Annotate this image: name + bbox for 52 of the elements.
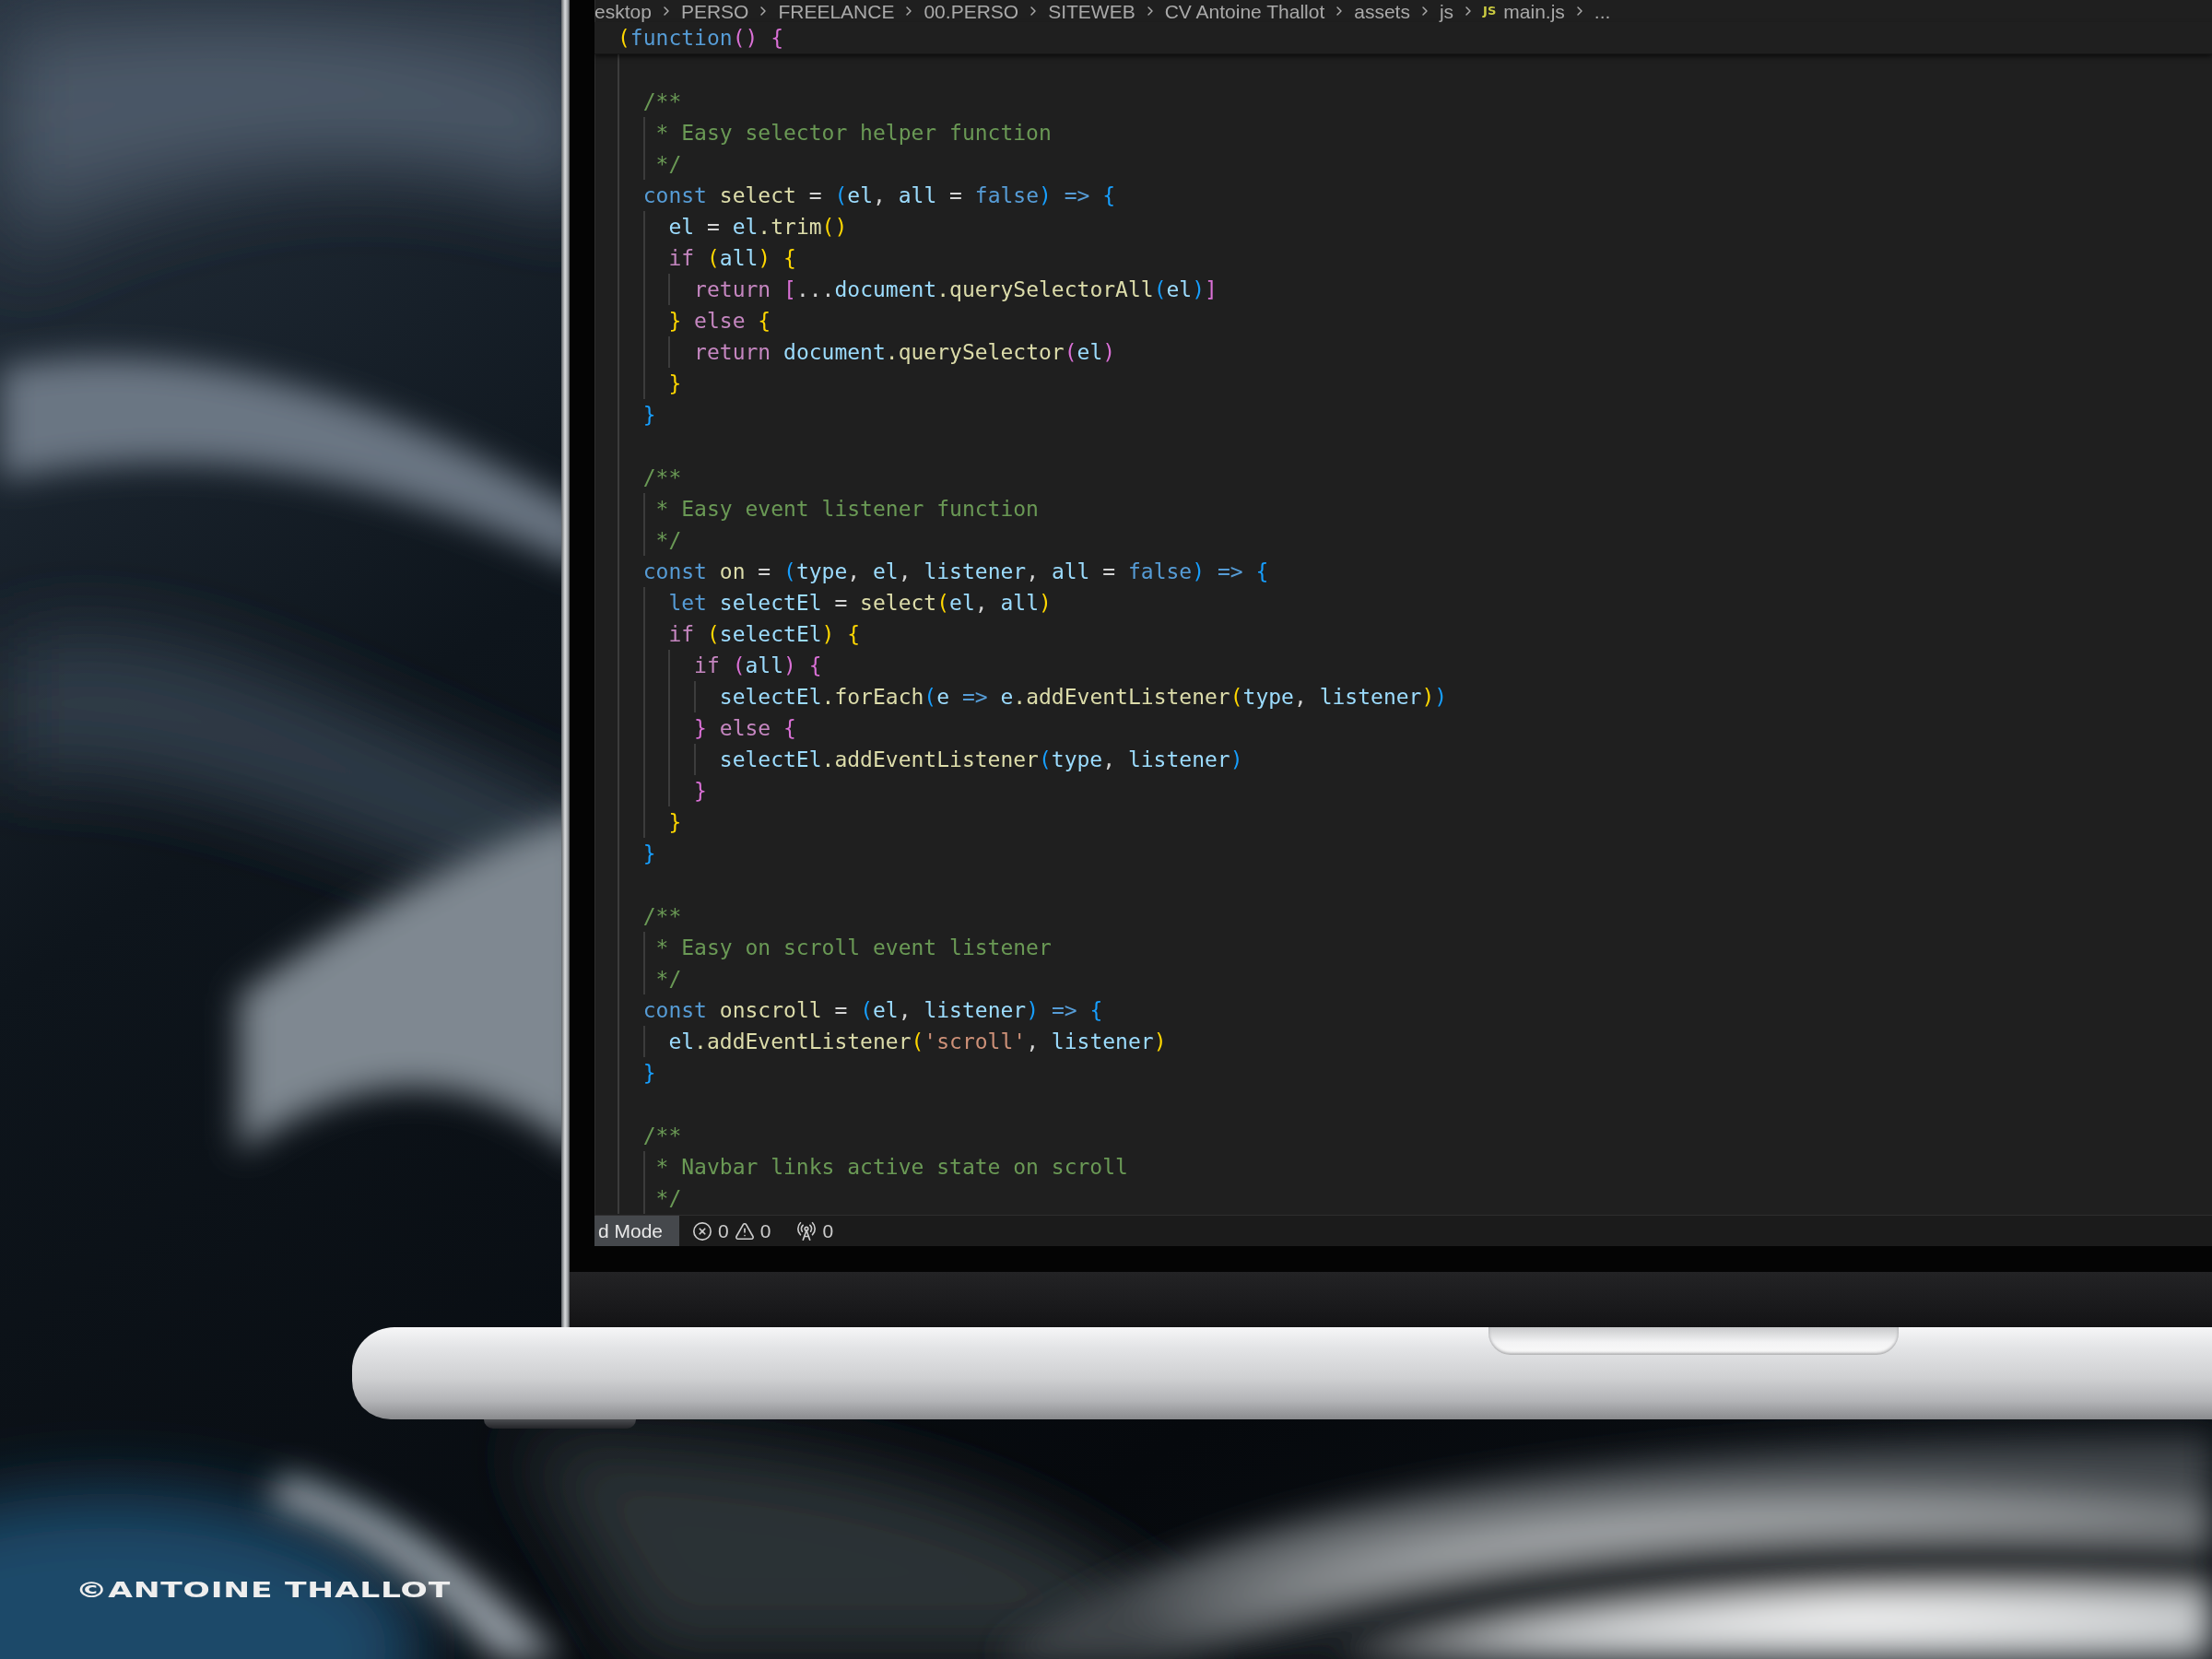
error-icon: [692, 1220, 713, 1241]
code-line: selectEl.forEach(e => e.addEventListener(type, listener)): [719, 684, 1448, 710]
code-line: * Easy selector helper function: [655, 120, 1052, 146]
code-line: } else {: [668, 308, 771, 334]
code-line: if (all) {: [668, 245, 796, 271]
code-line: return [...document.querySelectorAll(el)]: [694, 276, 1218, 302]
code-line: /**: [642, 903, 682, 929]
code-line: * Navbar links active state on scroll: [655, 1154, 1128, 1180]
code-line: const on = (type, el, listener, all = false) => {: [642, 559, 1269, 584]
breadcrumb-item[interactable]: 00.PERSO: [924, 0, 1019, 22]
code-line: el = el.trim(): [668, 214, 848, 240]
code-line: } else {: [694, 715, 796, 741]
copyright-credit: ©ANTOINE THALLOT: [76, 1578, 451, 1602]
code-line: const select = (el, all = false) => {: [642, 182, 1116, 208]
code-line: */: [655, 527, 682, 553]
code-line: if (selectEl) {: [668, 621, 861, 647]
code-line: if (all) {: [694, 653, 822, 678]
code-line: }: [642, 841, 656, 866]
breadcrumb-item[interactable]: ...: [1594, 0, 1611, 22]
ports-status[interactable]: 0: [793, 1216, 838, 1246]
radio-tower-icon: [796, 1220, 818, 1241]
code-line: el.addEventListener('scroll', listener): [668, 1029, 1167, 1054]
breadcrumb-item[interactable]: FREELANCE: [778, 0, 895, 22]
mode-indicator[interactable]: d Mode: [594, 1216, 680, 1246]
code-line: }: [642, 1060, 656, 1086]
code-line: /**: [642, 88, 682, 114]
code-line: }: [642, 402, 656, 428]
code-line: */: [655, 151, 682, 177]
breadcrumb-item[interactable]: JS main.js: [1483, 0, 1565, 22]
breadcrumb-item[interactable]: assets: [1354, 0, 1410, 22]
code-line: */: [655, 966, 682, 992]
code-line: * Easy on scroll event listener: [655, 935, 1052, 960]
breadcrumb-item[interactable]: esktop: [594, 0, 652, 22]
code-line: }: [668, 809, 682, 835]
breadcrumb-item[interactable]: SITEWEB: [1048, 0, 1135, 22]
breadcrumb-item[interactable]: js: [1439, 0, 1454, 22]
code-line: let selectEl = select(el, all): [668, 590, 1052, 616]
problems-status[interactable]: 0 0: [688, 1216, 775, 1246]
code-line: return document.querySelector(el): [694, 339, 1116, 365]
code-line: const onscroll = (el, listener) => {: [642, 997, 1103, 1023]
file-type-label: JS: [1483, 5, 1497, 18]
breadcrumb-item[interactable]: CV Antoine Thallot: [1164, 0, 1325, 22]
code-line: selectEl.addEventListener(type, listener): [719, 747, 1243, 772]
code-line: */: [655, 1185, 682, 1211]
breadcrumb-item[interactable]: PERSO: [680, 0, 749, 22]
code-line: /**: [642, 1123, 682, 1148]
code-line: * Easy event listener function: [655, 496, 1039, 522]
code-line: }: [668, 371, 682, 396]
code-line: (function() {: [618, 25, 784, 51]
warning-icon: [734, 1220, 755, 1241]
code-line: /**: [642, 465, 682, 490]
code-line: }: [694, 778, 707, 804]
